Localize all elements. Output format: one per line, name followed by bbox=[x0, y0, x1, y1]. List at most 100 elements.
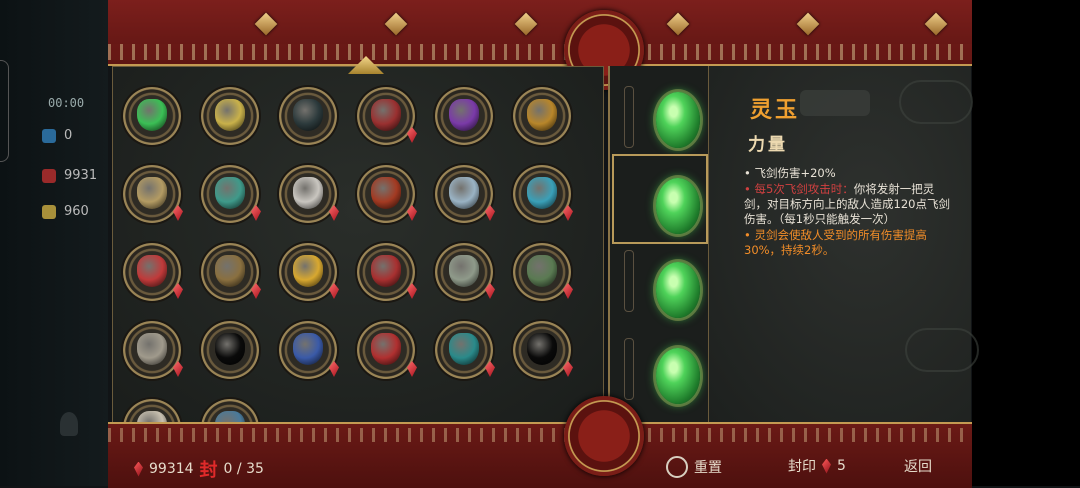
drum-icon bbox=[137, 177, 167, 209]
relic-item-gold-heart[interactable] bbox=[279, 243, 339, 301]
slot-rail bbox=[624, 250, 634, 312]
red-gem-badge-icon bbox=[173, 361, 183, 377]
hud-stat-health-value: 9931 bbox=[64, 168, 98, 183]
screen-edge bbox=[972, 0, 1080, 486]
diamond-ornament-icon bbox=[666, 12, 690, 36]
relic-item-golden-bell[interactable] bbox=[201, 87, 259, 145]
relic-item-red-blade[interactable] bbox=[123, 243, 183, 301]
hud-timer: 00:00 bbox=[48, 96, 85, 110]
green-face-icon bbox=[527, 255, 557, 287]
red-gem-badge-icon bbox=[329, 283, 339, 299]
red-crystal-icon bbox=[371, 255, 401, 287]
silver-pearl-icon bbox=[293, 177, 323, 209]
relic-item-jade-gem[interactable] bbox=[123, 87, 181, 145]
stone-fist-icon bbox=[137, 333, 167, 365]
relic-item-purple-orb[interactable] bbox=[435, 87, 493, 145]
relic-item-teal-spirit[interactable] bbox=[435, 321, 495, 379]
diamond-ornament-icon bbox=[254, 12, 278, 36]
red-blade-icon bbox=[137, 255, 167, 287]
relic-item-dark-bomb[interactable] bbox=[279, 87, 337, 145]
jade-orb-icon bbox=[656, 348, 700, 404]
blue-scroll-icon bbox=[293, 333, 323, 365]
relic-item-stone-fist[interactable] bbox=[123, 321, 183, 379]
hud-edge-tab[interactable] bbox=[0, 60, 9, 162]
currency-display: 99314 封 0 / 35 bbox=[134, 456, 264, 482]
red-gem-badge-icon bbox=[407, 283, 417, 299]
back-button[interactable]: 返回 bbox=[904, 456, 932, 476]
relic-item-blue-fin[interactable] bbox=[201, 399, 259, 423]
red-gem-badge-icon bbox=[407, 127, 417, 143]
red-crystal-icon bbox=[822, 458, 831, 474]
jade-gem-icon bbox=[137, 99, 167, 131]
bottom-medallion bbox=[564, 396, 644, 476]
hud-stat-mana-value: 0 bbox=[64, 128, 73, 143]
slot-rail bbox=[624, 86, 634, 148]
ice-gem-icon bbox=[527, 177, 557, 209]
seal-label: 封印 bbox=[788, 459, 816, 475]
red-gem-badge-icon bbox=[407, 205, 417, 221]
relic-item-teal-bird[interactable] bbox=[201, 165, 261, 223]
reset-button[interactable]: 重置 bbox=[666, 456, 722, 478]
shadow-item-2-icon bbox=[527, 333, 557, 365]
hud-stat-gold: 960 bbox=[42, 204, 89, 219]
relic-item-white-feather[interactable] bbox=[435, 165, 495, 223]
relic-item-red-lantern[interactable] bbox=[357, 321, 417, 379]
red-gem-badge-icon bbox=[173, 205, 183, 221]
relic-description: • 飞剑伤害+20% • 每5次飞剑攻击时：你将发射一把灵剑，对目标方向上的敌人… bbox=[744, 166, 950, 259]
effect-line-3: • 灵剑会使敌人受到的所有伤害提高30%，持续2秒。 bbox=[744, 228, 927, 257]
red-gem-badge-icon bbox=[407, 361, 417, 377]
relic-grid-panel bbox=[112, 66, 604, 424]
relic-item-bone-rune[interactable] bbox=[123, 399, 181, 423]
red-gem-badge-icon bbox=[173, 283, 183, 299]
selected-slot-frame bbox=[612, 154, 708, 244]
golden-mask-icon bbox=[527, 99, 557, 131]
golden-bell-icon bbox=[215, 99, 245, 131]
red-gem-badge-icon bbox=[563, 361, 573, 377]
relic-item-golden-mask[interactable] bbox=[513, 87, 571, 145]
red-gem-badge-icon bbox=[485, 361, 495, 377]
top-banner bbox=[108, 0, 972, 66]
seal-button[interactable]: 封印 5 bbox=[788, 456, 846, 476]
relic-item-jade-disc[interactable] bbox=[435, 243, 495, 301]
seal-cost: 5 bbox=[837, 458, 846, 474]
jade-orb-icon bbox=[656, 262, 700, 318]
diamond-ornament-icon bbox=[796, 12, 820, 36]
seal-icon: 封 bbox=[199, 460, 218, 481]
trigger-text: 每5次飞剑攻击时： bbox=[754, 182, 854, 196]
relic-item-red-claw[interactable] bbox=[357, 165, 417, 223]
diamond-ornament-icon bbox=[384, 12, 408, 36]
relic-item-drum[interactable] bbox=[123, 165, 183, 223]
back-label: 返回 bbox=[904, 459, 932, 475]
relic-item-green-face[interactable] bbox=[513, 243, 573, 301]
reset-icon bbox=[666, 456, 688, 478]
relic-item-silver-pearl[interactable] bbox=[279, 165, 339, 223]
relic-item-arrows[interactable] bbox=[357, 87, 417, 145]
relic-item-shadow-item[interactable] bbox=[201, 321, 259, 379]
red-gem-badge-icon bbox=[485, 283, 495, 299]
red-gem-badge-icon bbox=[563, 283, 573, 299]
game-hud: 00:00 0 9931 960 bbox=[0, 0, 108, 486]
jade-disc-icon bbox=[449, 255, 479, 287]
currency-value: 99314 bbox=[149, 461, 194, 477]
relic-item-red-crystal[interactable] bbox=[357, 243, 417, 301]
hud-stat-mana: 0 bbox=[42, 128, 72, 143]
bullet: • bbox=[744, 182, 755, 196]
red-lantern-icon bbox=[371, 333, 401, 365]
meander-border bbox=[108, 428, 972, 442]
red-gem-badge-icon bbox=[329, 205, 339, 221]
seal-progress: 0 / 35 bbox=[223, 461, 264, 477]
red-gem-badge-icon bbox=[329, 361, 339, 377]
relic-item-shadow-item-2[interactable] bbox=[513, 321, 573, 379]
diamond-ornament-icon bbox=[514, 12, 538, 36]
effect-line-1: • 飞剑伤害+20% bbox=[744, 166, 836, 180]
cloud-ornament bbox=[905, 328, 979, 372]
dark-bomb-icon bbox=[293, 99, 323, 131]
flame-blue-icon bbox=[42, 128, 56, 143]
effect-line-2: • 每5次飞剑攻击时：你将发射一把灵剑，对目标方向上的敌人造成120点飞剑伤害。… bbox=[744, 182, 950, 227]
arrows-icon bbox=[371, 99, 401, 131]
relic-item-bronze-idol[interactable] bbox=[201, 243, 261, 301]
relic-item-blue-scroll[interactable] bbox=[279, 321, 339, 379]
red-gem-badge-icon bbox=[485, 205, 495, 221]
relic-item-ice-gem[interactable] bbox=[513, 165, 573, 223]
ghost-icon bbox=[60, 412, 78, 436]
